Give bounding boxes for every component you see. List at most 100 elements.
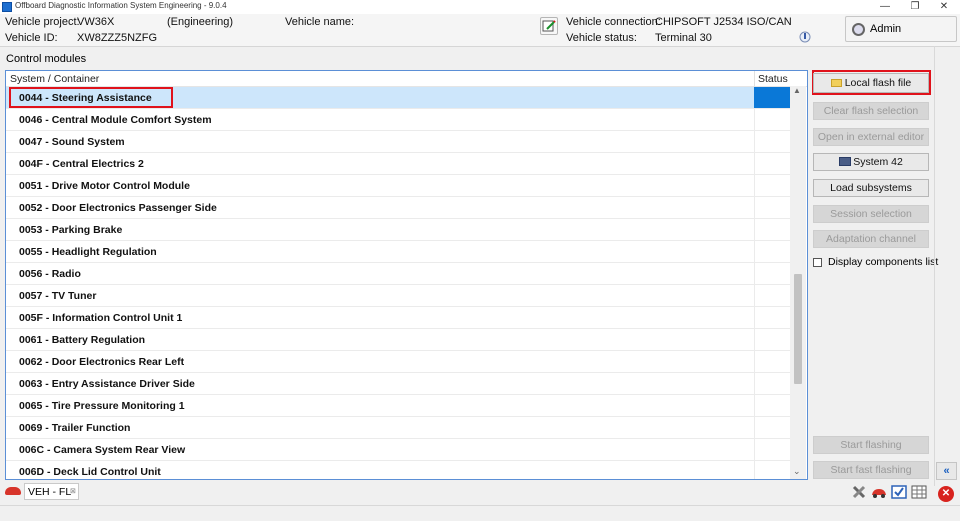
module-status-cell <box>754 241 795 262</box>
tab-veh-fl[interactable]: VEH - FL ⊠ <box>24 483 79 500</box>
table-row[interactable]: 0062 - Door Electronics Rear Left <box>6 351 795 373</box>
admin-button[interactable]: Admin <box>845 16 957 42</box>
module-status-cell <box>754 285 795 306</box>
tab-close-icon[interactable]: ⊠ <box>70 487 76 495</box>
close-window-button[interactable]: ✕ <box>930 0 958 14</box>
vehicle-project-mode: (Engineering) <box>167 16 234 28</box>
table-row[interactable]: 0053 - Parking Brake <box>6 219 795 241</box>
open-external-editor-button[interactable]: Open in external editor <box>813 128 929 146</box>
vehicle-connection-value: CHIPSOFT J2534 ISO/CAN <box>655 16 792 28</box>
module-name: 006D - Deck Lid Control Unit <box>19 466 161 478</box>
status-bar <box>0 505 960 521</box>
table-row[interactable]: 005F - Information Control Unit 1 <box>6 307 795 329</box>
table-scrollbar[interactable]: ▲ ⌄ <box>790 86 806 479</box>
load-subsystems-button[interactable]: Load subsystems <box>813 179 929 197</box>
module-name: 0057 - TV Tuner <box>19 290 97 302</box>
display-components-label[interactable]: Display components list <box>828 256 938 268</box>
local-flash-file-button[interactable]: Local flash file <box>813 73 929 93</box>
module-name: 0046 - Central Module Comfort System <box>19 114 212 126</box>
module-status-cell <box>754 109 795 130</box>
module-status-cell <box>754 395 795 416</box>
start-flashing-button[interactable]: Start flashing <box>813 436 929 454</box>
vehicle-project-value: VW36X <box>77 16 115 28</box>
module-name: 0065 - Tire Pressure Monitoring 1 <box>19 400 185 412</box>
module-name: 0051 - Drive Motor Control Module <box>19 180 190 192</box>
module-name: 005F - Information Control Unit 1 <box>19 312 183 324</box>
module-status-cell <box>754 373 795 394</box>
start-fast-flashing-button[interactable]: Start fast flashing <box>813 461 929 479</box>
column-header-status[interactable]: Status <box>758 73 788 85</box>
column-header-system[interactable]: System / Container <box>10 73 99 85</box>
table-row[interactable]: 0046 - Central Module Comfort System <box>6 109 795 131</box>
column-divider <box>754 71 755 87</box>
bottom-toolbar <box>0 481 934 503</box>
maximize-button[interactable]: ❐ <box>901 0 929 14</box>
module-name: 0056 - Radio <box>19 268 81 280</box>
clear-flash-selection-button[interactable]: Clear flash selection <box>813 102 929 120</box>
vehicle-name-label: Vehicle name: <box>285 16 355 28</box>
vehicle-connection-label: Vehicle connection: <box>566 16 661 28</box>
window-title: Offboard Diagnostic Information System E… <box>15 1 227 10</box>
vehicle-car-icon <box>5 487 21 495</box>
module-status-cell <box>754 197 795 218</box>
table-row[interactable]: 0047 - Sound System <box>6 131 795 153</box>
table-row[interactable]: 0057 - TV Tuner <box>6 285 795 307</box>
module-status-cell <box>754 219 795 240</box>
table-row[interactable]: 0063 - Entry Assistance Driver Side <box>6 373 795 395</box>
vehicle-status-value: Terminal 30 <box>655 32 712 44</box>
table-row[interactable]: 0069 - Trailer Function <box>6 417 795 439</box>
admin-label: Admin <box>870 23 902 35</box>
module-name: 0063 - Entry Assistance Driver Side <box>19 378 195 390</box>
scroll-up-arrow-icon[interactable]: ▲ <box>793 86 801 95</box>
module-name: 004F - Central Electrics 2 <box>19 158 144 170</box>
terminal-info-icon[interactable] <box>799 31 811 43</box>
control-modules-table: System / Container Status 0044 - Steerin… <box>5 70 808 480</box>
table-row[interactable]: 0055 - Headlight Regulation <box>6 241 795 263</box>
tab-veh-fl-label: VEH - FL <box>28 486 72 498</box>
table-row[interactable]: 0056 - Radio <box>6 263 795 285</box>
table-row[interactable]: 004F - Central Electrics 2 <box>6 153 795 175</box>
table-row[interactable]: 006C - Camera System Rear View <box>6 439 795 461</box>
checklist-icon[interactable] <box>891 485 907 499</box>
module-name: 0062 - Door Electronics Rear Left <box>19 356 185 368</box>
control-modules-label: Control modules <box>6 53 87 65</box>
table-row[interactable]: 0052 - Door Electronics Passenger Side <box>6 197 795 219</box>
module-status-cell <box>754 351 795 372</box>
scroll-thumb[interactable] <box>794 274 802 384</box>
display-components-checkbox[interactable] <box>813 258 822 267</box>
module-name: 0061 - Battery Regulation <box>19 334 146 346</box>
grid-table-icon[interactable] <box>911 485 927 499</box>
module-status-cell <box>754 307 795 328</box>
edit-icon <box>542 20 556 32</box>
adaptation-channel-button[interactable]: Adaptation channel <box>813 230 929 248</box>
collapse-panel-icon[interactable]: « <box>936 462 957 480</box>
vehicle-project-label: Vehicle project: <box>5 16 80 28</box>
module-status-cell <box>754 461 795 479</box>
module-name: 0047 - Sound System <box>19 136 125 148</box>
right-panel-divider <box>934 46 935 486</box>
module-status-cell <box>754 131 795 152</box>
vehicle-id-label: Vehicle ID: <box>5 32 58 44</box>
diagnose-car-icon[interactable] <box>871 485 887 499</box>
minimize-button[interactable]: — <box>871 0 899 14</box>
stop-icon[interactable]: ✕ <box>938 486 954 502</box>
module-name: 0052 - Door Electronics Passenger Side <box>19 202 217 214</box>
scroll-down-arrow-icon[interactable]: ⌄ <box>793 466 801 477</box>
system-icon <box>839 157 852 166</box>
table-row[interactable]: 0061 - Battery Regulation <box>6 329 795 351</box>
vehicle-id-value: XW8ZZZ5NZFG <box>77 32 158 44</box>
edit-vehicle-button[interactable] <box>540 17 558 35</box>
table-row[interactable]: 0051 - Drive Motor Control Module <box>6 175 795 197</box>
system-42-label: System 42 <box>853 156 903 168</box>
vehicle-status-label: Vehicle status: <box>566 32 637 44</box>
table-row[interactable]: 0065 - Tire Pressure Monitoring 1 <box>6 395 795 417</box>
tools-icon[interactable] <box>851 485 867 499</box>
table-body: 0044 - Steering Assistance 0046 - Central… <box>6 87 795 479</box>
module-status-cell <box>754 439 795 460</box>
module-status-cell <box>754 175 795 196</box>
header-divider <box>0 46 960 47</box>
table-row[interactable]: 006D - Deck Lid Control Unit <box>6 461 795 479</box>
session-selection-button[interactable]: Session selection <box>813 205 929 223</box>
module-name: 0069 - Trailer Function <box>19 422 131 434</box>
system-42-button[interactable]: System 42 <box>813 153 929 171</box>
